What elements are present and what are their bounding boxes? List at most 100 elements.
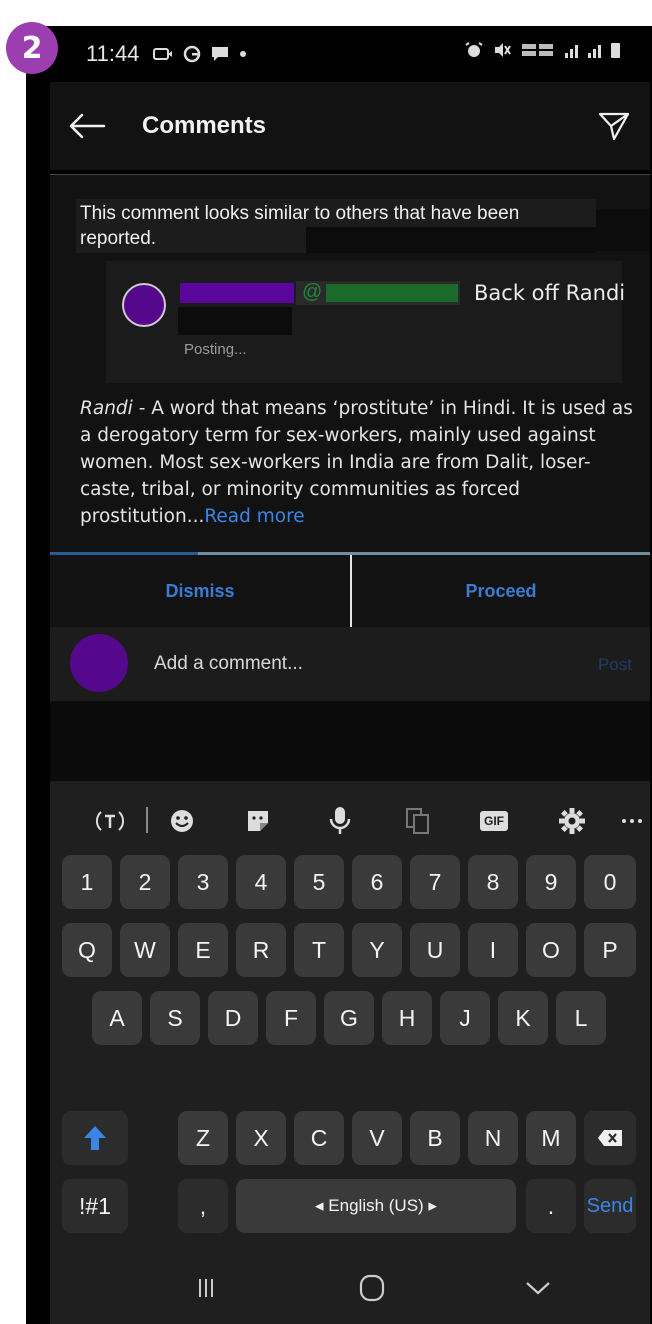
key-e[interactable]: E	[178, 923, 228, 977]
chat-icon	[212, 47, 229, 61]
send-icon[interactable]	[598, 110, 630, 147]
more-options-icon[interactable]	[612, 803, 652, 839]
phone-screen: 11:44 Comments This comment looks simila…	[26, 26, 652, 1324]
status-time: 11:44	[86, 41, 140, 66]
gif-icon[interactable]: GIF	[474, 803, 514, 839]
key-p[interactable]: P	[584, 923, 636, 977]
key-l[interactable]: L	[556, 991, 606, 1045]
key-w[interactable]: W	[120, 923, 170, 977]
dismiss-button[interactable]: Dismiss	[50, 555, 350, 627]
key-8[interactable]: 8	[468, 855, 518, 909]
avatar	[122, 283, 166, 327]
key-b[interactable]: B	[410, 1111, 460, 1165]
post-button[interactable]: Post	[598, 655, 632, 675]
status-icons-right	[465, 42, 620, 58]
key-g[interactable]: G	[324, 991, 374, 1045]
comment-input[interactable]: Add a comment...	[154, 653, 303, 675]
definition-body: A word that means ‘prostitute’ in Hindi.…	[80, 398, 633, 527]
backspace-icon	[598, 1130, 622, 1146]
key-7[interactable]: 7	[410, 855, 460, 909]
recent-apps-icon[interactable]	[186, 1271, 226, 1305]
keyboard: GIF 1 2 3 4 5 6 7 8 9 0 Q W E R T Y U I …	[50, 781, 650, 1251]
chevron-down-icon[interactable]	[518, 1271, 558, 1305]
key-v[interactable]: V	[352, 1111, 402, 1165]
key-i[interactable]: I	[468, 923, 518, 977]
key-u[interactable]: U	[410, 923, 460, 977]
alarm-icon	[465, 42, 483, 57]
app-bar: Comments	[50, 82, 650, 170]
key-s[interactable]: S	[150, 991, 200, 1045]
key-6[interactable]: 6	[352, 855, 402, 909]
send-key[interactable]: Send	[584, 1179, 636, 1233]
key-4[interactable]: 4	[236, 855, 286, 909]
redacted-mention	[326, 284, 458, 302]
mute-icon	[495, 43, 511, 57]
symbols-key[interactable]: !#1	[62, 1179, 128, 1233]
settings-gear-icon[interactable]	[552, 803, 592, 839]
system-nav-bar	[50, 1251, 650, 1324]
back-arrow-icon[interactable]	[68, 111, 108, 141]
key-5[interactable]: 5	[294, 855, 344, 909]
emoji-icon[interactable]	[162, 803, 202, 839]
battery-icon	[611, 42, 620, 58]
key-o[interactable]: O	[526, 923, 576, 977]
key-h[interactable]: H	[382, 991, 432, 1045]
home-icon[interactable]	[352, 1271, 392, 1305]
redacted-username	[180, 283, 294, 303]
volte-lte-icon	[522, 44, 553, 56]
posting-status: Posting...	[184, 341, 247, 358]
period-key[interactable]: .	[526, 1179, 576, 1233]
blank-area	[50, 701, 650, 781]
warning-sheet: This comment looks similar to others tha…	[50, 174, 650, 574]
toolbar-divider	[146, 807, 148, 833]
definition-note: Randi - A word that means ‘prostitute’ i…	[80, 395, 640, 530]
key-9[interactable]: 9	[526, 855, 576, 909]
key-n[interactable]: N	[468, 1111, 518, 1165]
page-title: Comments	[142, 112, 267, 139]
key-m[interactable]: M	[526, 1111, 576, 1165]
microphone-icon[interactable]	[320, 803, 360, 839]
proceed-button[interactable]: Proceed	[352, 555, 650, 627]
key-c[interactable]: C	[294, 1111, 344, 1165]
key-2[interactable]: 2	[120, 855, 170, 909]
key-1[interactable]: 1	[62, 855, 112, 909]
key-y[interactable]: Y	[352, 923, 402, 977]
message-icon	[153, 48, 173, 60]
shift-key[interactable]	[62, 1111, 128, 1165]
status-icons-left	[153, 45, 247, 63]
key-t[interactable]: T	[294, 923, 344, 977]
status-bar: 11:44	[26, 26, 652, 82]
shift-arrow-icon	[84, 1126, 106, 1150]
sticker-icon[interactable]	[238, 803, 278, 839]
definition-term: Randi	[80, 398, 133, 419]
comment-text: Back off Randi	[474, 281, 626, 305]
clipboard-icon[interactable]	[398, 803, 438, 839]
key-x[interactable]: X	[236, 1111, 286, 1165]
definition-separator: -	[132, 398, 152, 419]
translate-icon[interactable]	[90, 803, 130, 839]
key-j[interactable]: J	[440, 991, 490, 1045]
comment-preview: @ Back off Randi Posting...	[106, 261, 626, 383]
redaction-box	[596, 209, 650, 251]
key-z[interactable]: Z	[178, 1111, 228, 1165]
key-q[interactable]: Q	[62, 923, 112, 977]
comment-composer: Add a comment... Post	[50, 627, 650, 701]
read-more-link[interactable]: Read more	[204, 506, 304, 527]
key-0[interactable]: 0	[584, 855, 636, 909]
key-3[interactable]: 3	[178, 855, 228, 909]
key-f[interactable]: F	[266, 991, 316, 1045]
space-key[interactable]: ◂ English (US) ▸	[236, 1179, 516, 1233]
mention-at-sign: @	[302, 281, 323, 303]
signal-icon	[565, 42, 578, 58]
step-badge: 2	[6, 22, 58, 74]
avatar	[70, 634, 128, 692]
g-icon	[184, 45, 201, 63]
key-d[interactable]: D	[208, 991, 258, 1045]
keyboard-toolbar: GIF	[50, 781, 650, 861]
key-a[interactable]: A	[92, 991, 142, 1045]
comma-key[interactable]: ,	[178, 1179, 228, 1233]
backspace-key[interactable]	[584, 1111, 636, 1165]
key-k[interactable]: K	[498, 991, 548, 1045]
key-r[interactable]: R	[236, 923, 286, 977]
gif-label: GIF	[480, 811, 508, 831]
